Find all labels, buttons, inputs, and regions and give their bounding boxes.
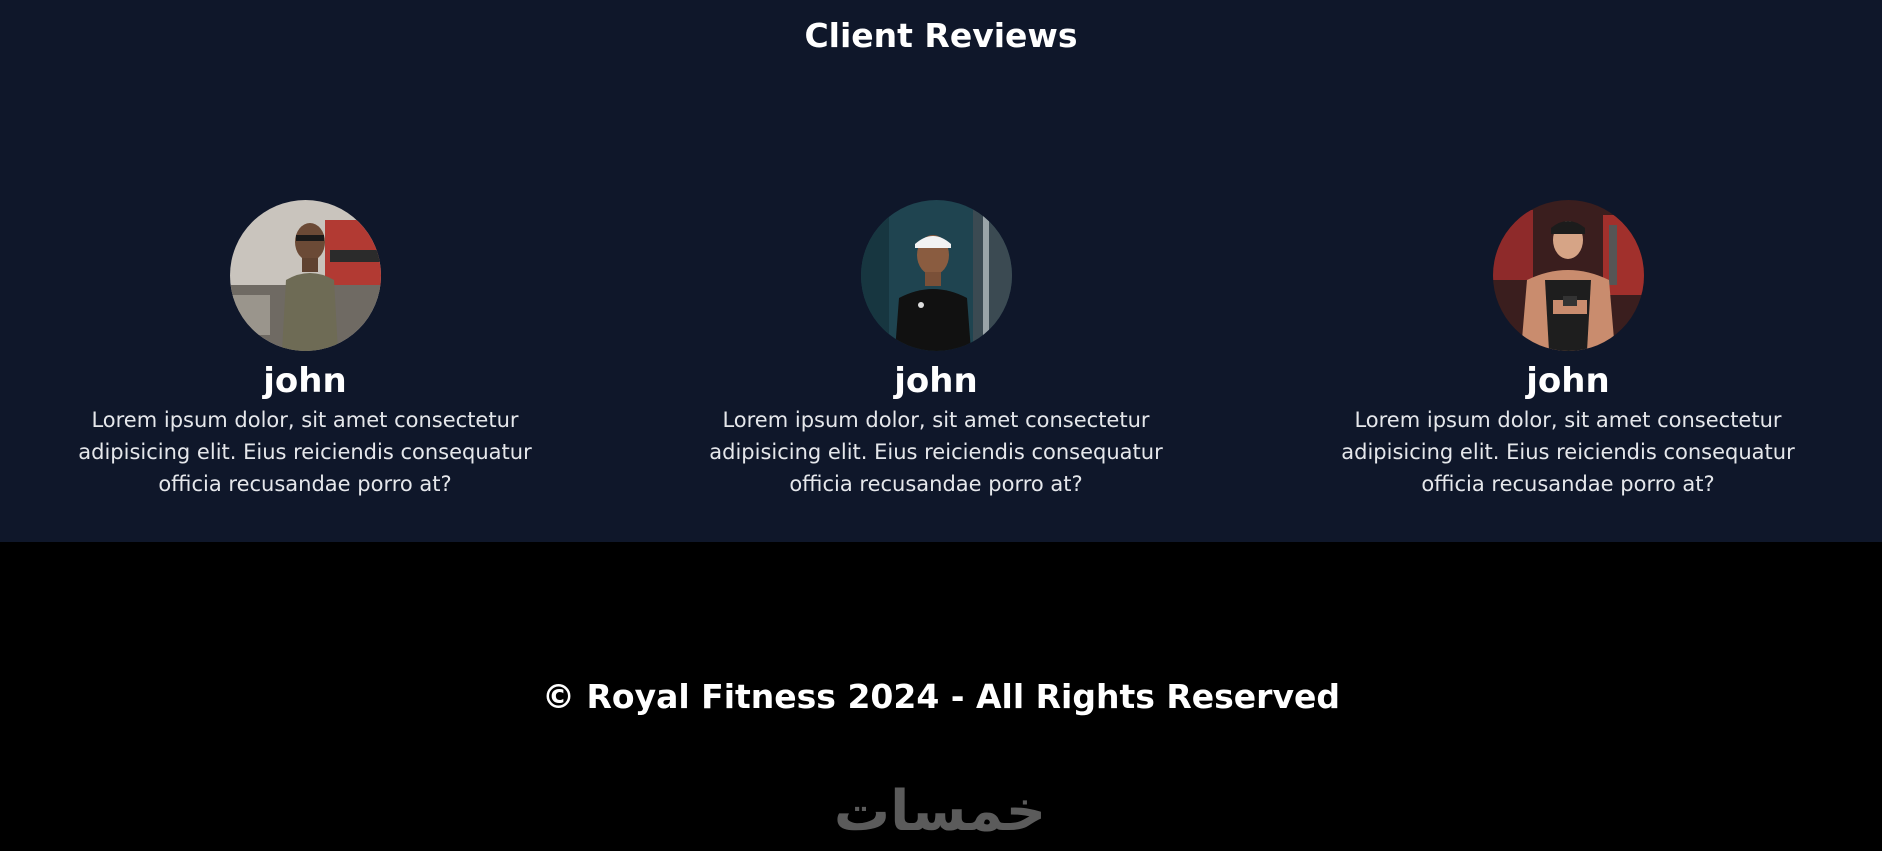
watermark-logo: خمسات (833, 779, 1047, 844)
reviewer-name: john (894, 361, 978, 401)
avatar (229, 200, 381, 351)
reviewer-name: john (263, 361, 347, 401)
avatar (1492, 200, 1644, 351)
page-footer: © Royal Fitness 2024 - All Rights Reserv… (0, 542, 1882, 851)
review-card: john Lorem ipsum dolor, sit amet consect… (1328, 200, 1808, 500)
reviews-title: Client Reviews (804, 16, 1078, 55)
review-text: Lorem ipsum dolor, sit amet consectetur … (1341, 408, 1795, 496)
client-reviews-section: Client Reviews john Lorem ipsum dolor, s… (0, 0, 1882, 542)
avatar (860, 200, 1012, 351)
review-text: Lorem ipsum dolor, sit amet consectetur … (78, 408, 532, 496)
reviewer-name: john (1526, 361, 1610, 401)
review-card: john Lorem ipsum dolor, sit amet consect… (696, 200, 1176, 500)
avatar-photo-2 (860, 200, 1012, 351)
footer-copyright: © Royal Fitness 2024 - All Rights Reserv… (542, 677, 1340, 716)
review-text: Lorem ipsum dolor, sit amet consectetur … (709, 408, 1163, 496)
avatar-photo-1 (229, 200, 381, 351)
review-card: john Lorem ipsum dolor, sit amet consect… (65, 200, 545, 500)
avatar-photo-3 (1492, 200, 1644, 351)
